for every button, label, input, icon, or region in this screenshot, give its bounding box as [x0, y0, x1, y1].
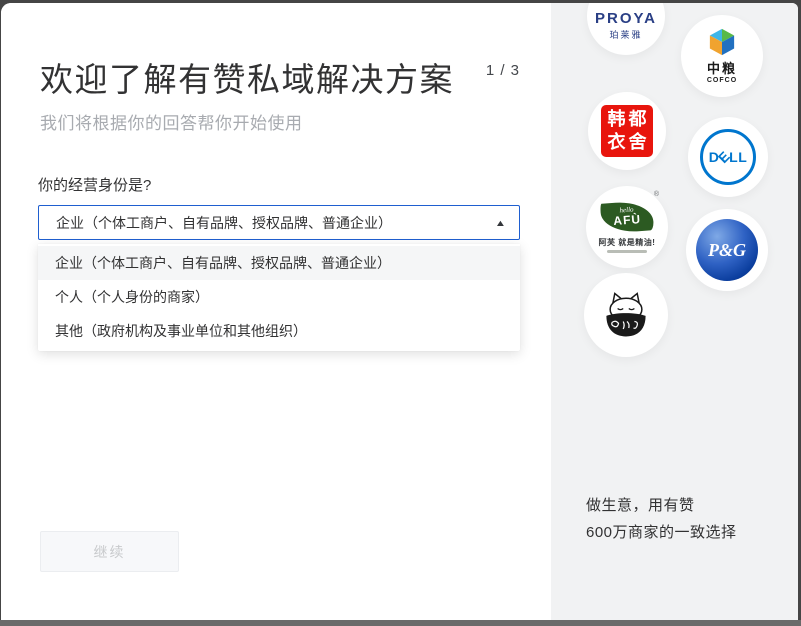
dell-logo: D E LL: [688, 117, 768, 197]
handu-red-seal-icon: 韩都 衣舍: [601, 105, 653, 157]
pg-logo: P&G: [686, 209, 768, 291]
handu-line1: 韩都: [607, 109, 650, 129]
page-subtitle: 我们将根据你的回答帮你开始使用: [40, 114, 303, 133]
option-individual[interactable]: 个人（个人身份的商家）: [38, 280, 520, 314]
proya-wordmark: PROYA: [595, 9, 657, 27]
select-dropdown: 企业（个体工商户、自有品牌、授权品牌、普通企业） 个人（个人身份的商家） 其他（…: [38, 244, 520, 351]
handu-line2: 衣舍: [607, 132, 650, 152]
caret-up-icon: ▲: [494, 217, 507, 228]
afu-fine-print-line: [607, 249, 647, 253]
proya-logo: PROYA 珀莱雅: [587, 3, 665, 55]
page-title: 欢迎了解有赞私域解决方案: [40, 61, 454, 98]
continue-button[interactable]: 继续: [40, 531, 179, 572]
cat-mascot-icon: [606, 292, 646, 337]
cat-brand-logo: [584, 273, 668, 357]
step-indicator: 1 / 3: [485, 62, 520, 79]
option-enterprise[interactable]: 企业（个体工商户、自有品牌、授权品牌、普通企业）: [38, 246, 520, 280]
pg-wordmark: P&G: [708, 239, 746, 260]
cofco-chinese-name: 中粮: [706, 61, 737, 76]
tagline: 做生意，用有赞 600万商家的一致选择: [586, 492, 737, 546]
question-label: 你的经营身份是?: [38, 177, 152, 194]
afu-leaf-icon: hello AFÙ: [600, 199, 654, 234]
handu-yishe-logo: 韩都 衣舍: [588, 92, 666, 170]
registered-trademark-icon: ®: [653, 191, 659, 198]
afu-slogan: 阿芙 就是精油!: [598, 237, 656, 247]
window-bottom-edge: [0, 620, 801, 626]
onboarding-dialog: 欢迎了解有赞私域解决方案 1 / 3 我们将根据你的回答帮你开始使用 你的经营身…: [1, 3, 798, 620]
afu-wordmark: AFÙ: [612, 211, 642, 228]
survey-panel: 欢迎了解有赞私域解决方案 1 / 3 我们将根据你的回答帮你开始使用 你的经营身…: [1, 3, 551, 620]
afu-logo: hello AFÙ ® 阿芙 就是精油!: [586, 186, 668, 268]
pg-sphere-icon: P&G: [696, 219, 758, 281]
brand-showcase-panel: PROYA 珀莱雅 中粮 COFCO 韩都 衣舍 D E LL hello AF…: [551, 3, 798, 620]
business-identity-select[interactable]: 企业（个体工商户、自有品牌、授权品牌、普通企业） ▲: [38, 205, 520, 240]
cofco-logo: 中粮 COFCO: [681, 15, 763, 97]
cofco-cube-icon: [709, 28, 735, 56]
proya-chinese-name: 珀莱雅: [609, 29, 643, 40]
option-other[interactable]: 其他（政府机构及事业单位和其他组织）: [38, 314, 520, 348]
tagline-line2: 600万商家的一致选择: [586, 524, 737, 541]
cofco-wordmark: COFCO: [706, 77, 738, 84]
select-value: 企业（个体工商户、自有品牌、授权品牌、普通企业）: [56, 214, 392, 231]
dell-ring-icon: D E LL: [700, 129, 756, 185]
tagline-line1: 做生意，用有赞: [586, 497, 695, 514]
